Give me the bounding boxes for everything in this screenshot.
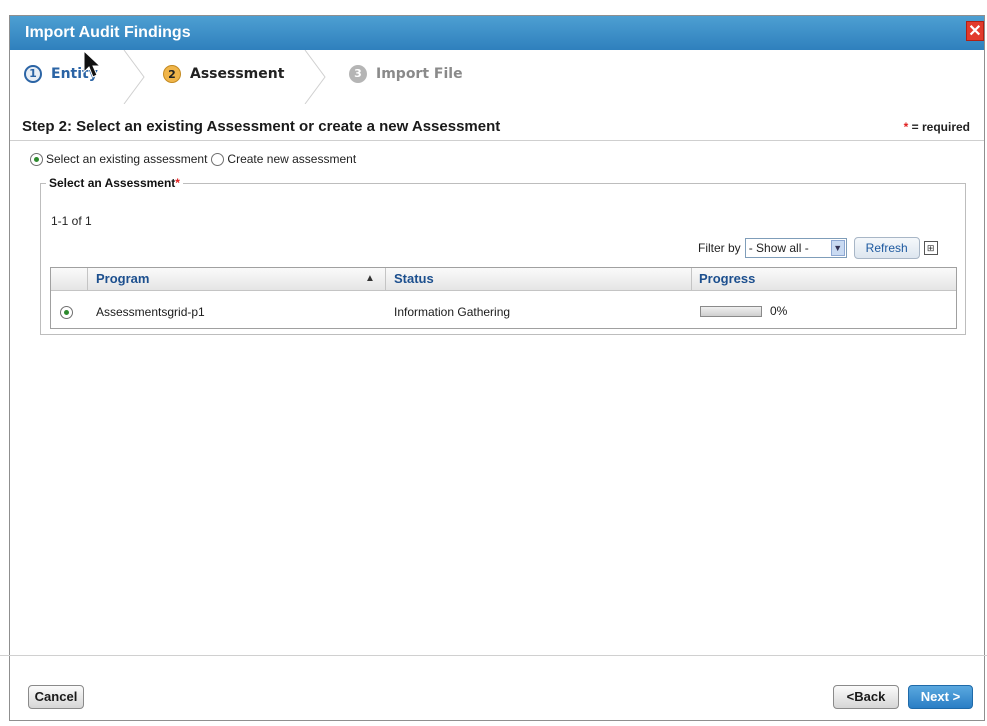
required-note: * = required <box>904 120 970 134</box>
existing-assessment-radio[interactable] <box>30 152 43 166</box>
step-1-number: 1 <box>24 65 42 83</box>
step-3-number: 3 <box>349 65 367 83</box>
title-bar: Import Audit Findings ✕ <box>10 16 984 50</box>
legend-text: Select an Assessment <box>49 176 176 190</box>
existing-assessment-label[interactable]: Select an existing assessment <box>46 152 207 166</box>
import-dialog: Import Audit Findings ✕ 1 Entity 2 Asses… <box>9 15 985 721</box>
new-assessment-label[interactable]: Create new assessment <box>227 152 356 166</box>
row-select-radio[interactable] <box>60 306 73 319</box>
grid-header: Program ▲ Status Progress <box>51 268 956 291</box>
column-header-program[interactable]: Program <box>96 271 149 286</box>
table-row[interactable]: Assessmentsgrid-p1 Information Gathering… <box>51 291 956 328</box>
column-header-status[interactable]: Status <box>394 271 434 286</box>
fieldset-legend: Select an Assessment* <box>46 176 183 190</box>
new-assessment-radio[interactable] <box>211 152 225 166</box>
filter-toolbar: Filter by - Show all - ▼ Refresh ⊞ <box>698 237 938 259</box>
dialog-title: Import Audit Findings <box>25 24 191 41</box>
result-count: 1-1 of 1 <box>51 214 92 228</box>
cancel-button[interactable]: Cancel <box>28 685 84 709</box>
refresh-button[interactable]: Refresh <box>853 237 920 259</box>
assessment-mode-options: Select an existing assessment Create new… <box>30 152 356 166</box>
chevron-separator-icon <box>304 50 326 104</box>
chevron-down-icon: ▼ <box>830 240 845 256</box>
column-separator <box>691 268 692 290</box>
next-button[interactable]: Next > <box>908 685 973 709</box>
step-2-label: Assessment <box>190 66 285 82</box>
filter-select-value: - Show all - <box>748 241 809 255</box>
filter-select[interactable]: - Show all - ▼ <box>744 238 847 258</box>
column-chooser-icon[interactable]: ⊞ <box>923 241 938 255</box>
filter-label: Filter by <box>698 241 741 255</box>
cell-status: Information Gathering <box>394 305 511 319</box>
chevron-separator-icon <box>123 50 145 104</box>
mouse-cursor-icon <box>83 50 102 78</box>
step-import-file: 3 Import File <box>349 65 463 83</box>
legend-required-star: * <box>175 176 180 190</box>
step-3-label: Import File <box>376 66 463 82</box>
cell-program: Assessmentsgrid-p1 <box>96 305 205 319</box>
wizard-steps: 1 Entity 2 Assessment 3 Import File <box>10 50 984 104</box>
close-button[interactable]: ✕ <box>966 21 984 41</box>
footer-divider <box>0 655 987 656</box>
progress-percent: 0% <box>770 304 788 318</box>
back-button[interactable]: <Back <box>833 685 899 709</box>
step-assessment: 2 Assessment <box>163 65 284 83</box>
required-text: = required <box>908 120 970 134</box>
step-2-number: 2 <box>163 65 181 83</box>
column-header-progress[interactable]: Progress <box>699 271 755 286</box>
assessment-grid: Program ▲ Status Progress Assessmentsgri… <box>50 267 957 329</box>
column-separator <box>385 268 386 290</box>
sort-ascending-icon[interactable]: ▲ <box>365 273 375 284</box>
column-separator <box>87 268 88 290</box>
step-heading: Step 2: Select an existing Assessment or… <box>22 118 501 135</box>
divider <box>10 140 984 141</box>
progress-bar <box>700 306 762 317</box>
